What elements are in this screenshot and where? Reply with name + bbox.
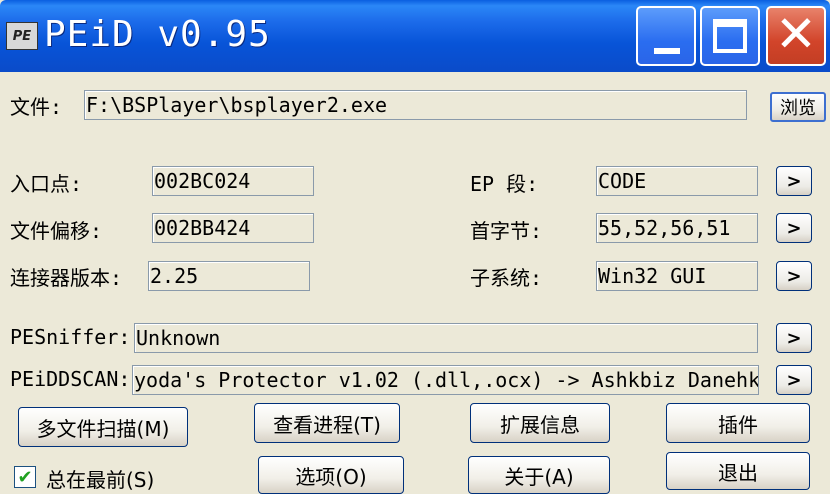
file-offset-label: 文件偏移: [10, 219, 103, 243]
subsystem-field[interactable]: Win32 GUI [596, 261, 758, 291]
linker-version-field[interactable]: 2.25 [148, 261, 310, 291]
ep-section-label: EP 段: [470, 172, 539, 196]
pesniffer-detail-button[interactable]: > [776, 323, 812, 353]
always-on-top-checkbox[interactable]: ✔ [14, 466, 36, 488]
checkmark-icon: ✔ [17, 466, 33, 488]
minimize-icon [654, 48, 680, 54]
exit-button[interactable]: 退出 [666, 452, 810, 490]
title-bar[interactable]: PE PEiD v0.95 ✕ [0, 0, 830, 72]
pesniffer-field[interactable]: Unknown [134, 323, 758, 353]
file-path-field[interactable]: F:\BSPlayer\bsplayer2.exe [84, 90, 747, 120]
first-bytes-label: 首字节: [470, 219, 543, 243]
file-offset-field[interactable]: 002BB424 [152, 213, 314, 243]
app-icon[interactable]: PE [6, 22, 38, 50]
extended-info-button[interactable]: 扩展信息 [470, 403, 610, 443]
pesniffer-label: PESniffer: [10, 325, 131, 349]
ep-section-detail-button[interactable]: > [776, 166, 812, 196]
linker-version-label: 连接器版本: [10, 266, 123, 290]
peiddscan-field[interactable]: yoda's Protector v1.02 (.dll,.ocx) -> As… [132, 365, 759, 395]
subsystem-detail-button[interactable]: > [776, 261, 812, 291]
entry-point-label: 入口点: [10, 172, 83, 196]
file-label: 文件: [10, 95, 63, 119]
maximize-button[interactable] [700, 6, 760, 66]
peiddscan-detail-button[interactable]: > [776, 365, 812, 395]
entry-point-field[interactable]: 002BC024 [152, 166, 314, 196]
window-title: PEiD v0.95 [44, 14, 271, 55]
options-button[interactable]: 选项(O) [258, 456, 404, 494]
always-on-top-label[interactable]: 总在最前(S) [46, 464, 154, 493]
browse-button[interactable]: 浏览 [770, 92, 826, 122]
first-bytes-field[interactable]: 55,52,56,51 [596, 213, 758, 243]
close-icon: ✕ [775, 5, 817, 63]
about-button[interactable]: 关于(A) [468, 456, 610, 494]
peiddscan-label: PEiDDSCAN: [10, 367, 131, 391]
view-process-button[interactable]: 查看进程(T) [254, 403, 400, 443]
first-bytes-detail-button[interactable]: > [776, 213, 812, 243]
close-button[interactable]: ✕ [766, 6, 826, 66]
maximize-icon [713, 19, 747, 53]
ep-section-field[interactable]: CODE [596, 166, 758, 196]
subsystem-label: 子系统: [470, 266, 543, 290]
plugins-button[interactable]: 插件 [666, 403, 810, 443]
multi-file-scan-button[interactable]: 多文件扫描(M) [18, 407, 188, 447]
minimize-button[interactable] [636, 6, 696, 66]
